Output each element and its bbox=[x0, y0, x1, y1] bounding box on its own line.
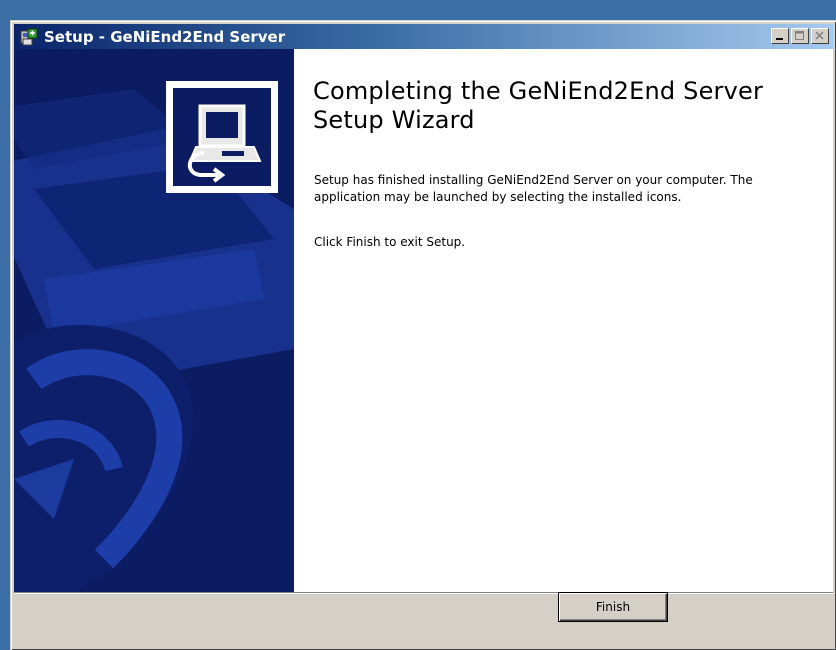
setup-window: Setup - GeNiEnd2End Server Completing th… bbox=[10, 20, 836, 650]
minimize-button[interactable] bbox=[771, 28, 789, 44]
window-title: Setup - GeNiEnd2End Server bbox=[44, 27, 286, 46]
close-icon bbox=[815, 31, 824, 40]
desktop-background bbox=[0, 0, 10, 650]
wizard-heading: Completing the GeNiEnd2End Server Setup … bbox=[313, 77, 764, 134]
computer-install-icon bbox=[166, 81, 278, 193]
wizard-banner bbox=[14, 49, 294, 592]
title-buttons bbox=[771, 28, 829, 44]
minimize-icon bbox=[776, 38, 783, 40]
completion-message: Setup has finished installing GeNiEnd2En… bbox=[314, 173, 753, 204]
maximize-button[interactable] bbox=[791, 28, 809, 44]
finish-button[interactable]: Finish bbox=[558, 592, 668, 622]
finish-instruction: Click Finish to exit Setup. bbox=[314, 235, 466, 249]
close-button[interactable] bbox=[811, 28, 829, 44]
maximize-icon bbox=[795, 31, 804, 40]
setup-installer-icon bbox=[20, 28, 38, 45]
wizard-body: Completing the GeNiEnd2End Server Setup … bbox=[14, 49, 833, 592]
title-bar[interactable]: Setup - GeNiEnd2End Server bbox=[14, 24, 833, 49]
wizard-content: Completing the GeNiEnd2End Server Setup … bbox=[294, 49, 833, 592]
footer-divider-highlight bbox=[14, 593, 833, 594]
